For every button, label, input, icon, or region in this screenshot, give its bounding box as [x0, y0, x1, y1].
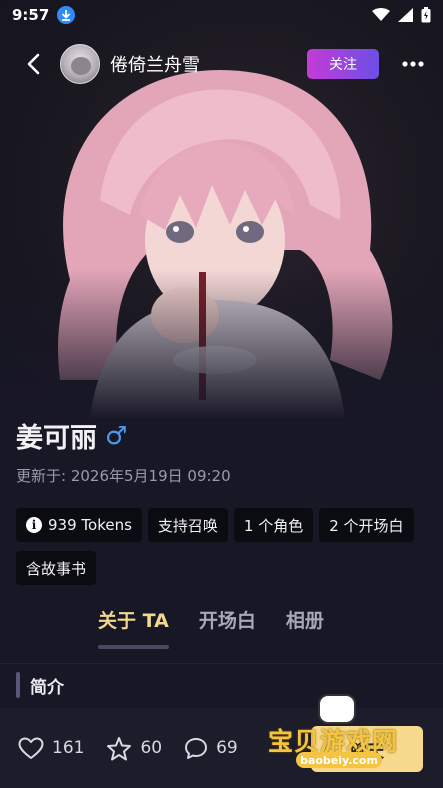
back-arrow-icon	[27, 53, 40, 75]
tab-greetings[interactable]: 开场白	[199, 606, 256, 645]
updated-timestamp: 更新于: 2026年5月19日 09:20	[16, 467, 231, 485]
info-icon: i	[26, 517, 42, 533]
download-icon	[57, 6, 76, 24]
battery-icon	[421, 7, 431, 23]
status-time: 9:57	[12, 6, 50, 24]
top-navigation: 倦倚兰舟雪 关注	[0, 40, 443, 88]
tag-storybook: 含故事书	[16, 551, 97, 585]
like-button[interactable]: 161	[18, 737, 84, 760]
bottom-action-bar: 161 60 69 聊天	[0, 708, 443, 788]
tag-greetings: 2 个开场白	[319, 508, 414, 542]
male-gender-icon: ♂	[105, 421, 128, 450]
tag-roles: 1 个角色	[233, 508, 314, 542]
tag-tokens: i 939 Tokens	[16, 508, 142, 542]
chat-button-label: 聊天	[350, 741, 384, 762]
section-accent-bar	[16, 672, 20, 698]
tag-label: 2 个开场白	[329, 516, 404, 535]
more-options-button[interactable]	[393, 44, 433, 84]
start-chat-button[interactable]: 聊天	[311, 726, 423, 772]
section-title: 简介	[30, 677, 64, 698]
character-name: 姜可丽	[16, 423, 97, 454]
tab-album[interactable]: 相册	[286, 606, 324, 645]
back-button[interactable]	[8, 40, 58, 88]
content-tabs: 关于 TA 开场白 相册	[98, 606, 324, 649]
star-icon	[107, 736, 132, 760]
favorite-count: 60	[140, 738, 163, 758]
status-bar: 9:57	[0, 0, 443, 30]
tag-summon: 支持召唤	[147, 508, 228, 542]
tag-label: 939 Tokens	[48, 516, 132, 534]
comment-count: 69	[216, 738, 238, 758]
tag-list: i 939 Tokens 支持召唤 1 个角色 2 个开场白 含故事书	[16, 508, 436, 585]
comment-bubble-icon	[185, 737, 208, 759]
signal-icon	[398, 8, 413, 22]
tag-label: 支持召唤	[157, 516, 218, 535]
author-avatar[interactable]	[60, 44, 100, 84]
wifi-icon	[372, 8, 390, 21]
like-count: 161	[52, 738, 85, 758]
tab-divider	[0, 663, 443, 664]
heart-icon	[18, 737, 44, 759]
author-name[interactable]: 倦倚兰舟雪	[110, 51, 200, 77]
comment-button[interactable]: 69	[184, 737, 238, 760]
intro-section-header: 简介	[16, 672, 64, 698]
follow-button[interactable]: 关注	[307, 49, 379, 79]
character-info: 姜可丽 ♂ 更新于: 2026年5月19日 09:20 i 939 Tokens…	[16, 416, 427, 585]
favorite-button[interactable]: 60	[106, 736, 162, 761]
tag-label: 1 个角色	[243, 516, 304, 535]
more-dots-icon	[402, 61, 424, 67]
tab-about[interactable]: 关于 TA	[98, 606, 169, 649]
tag-label: 含故事书	[26, 559, 87, 578]
